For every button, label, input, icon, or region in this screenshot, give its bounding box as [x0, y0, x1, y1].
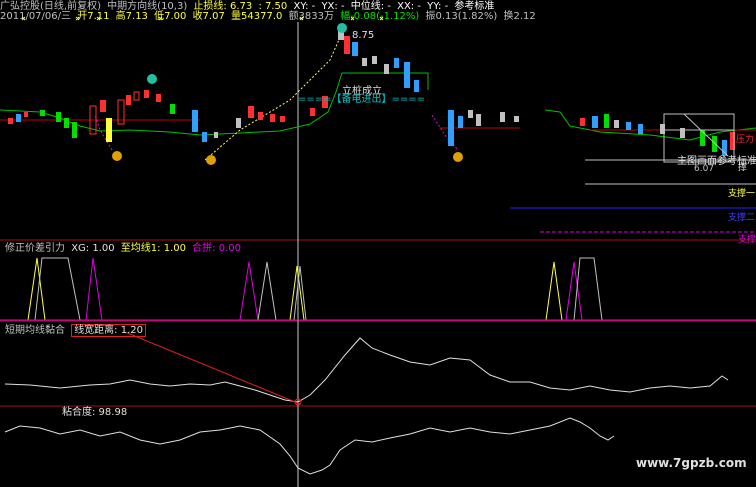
annotation-line	[124, 331, 301, 405]
reference-lines	[510, 159, 756, 233]
panel4-line	[4, 417, 615, 475]
signal-marks	[21, 16, 384, 21]
panel3-width: 线宽距离: 1.20	[71, 324, 147, 337]
watermark: www.7gpzb.com	[636, 456, 747, 470]
bei-label: ====【备电进出】====	[298, 94, 426, 105]
high-price-label: 8.75	[352, 30, 375, 41]
panel2-hebing: 合拼: 0.00	[192, 243, 241, 254]
pressure-label: 压力	[736, 135, 755, 145]
panel2-title: 修正价差引力	[5, 243, 65, 254]
panel2-xg: XG: 1.00	[71, 243, 115, 254]
support-mid-label: 支撑	[738, 235, 756, 245]
dotted-trend-mag	[431, 114, 459, 151]
panel3-header: 短期均线黏合 线宽距离: 1.20	[5, 324, 149, 337]
support-short-label: 撑	[738, 163, 748, 173]
analysis-box-line	[683, 113, 729, 157]
panel2-avg: 至均线1: 1.00	[120, 243, 186, 254]
panel3-title: 短期均线黏合	[5, 325, 65, 336]
support-one-label: 支撑一	[728, 189, 756, 199]
panel2-header: 修正价差引力 XG: 1.00 至均线1: 1.00 合拼: 0.00	[5, 243, 244, 254]
signal-dot-icon	[147, 74, 157, 84]
support-two-label: 支撑二	[728, 213, 756, 223]
signal-dot-icon	[337, 23, 347, 33]
panel4-label: 粘合度: 98.98	[62, 407, 128, 418]
panel3-line	[4, 337, 729, 403]
low-price-label: 6.07	[694, 164, 715, 174]
panel2-spikes	[27, 257, 603, 321]
buy-arrow-icon	[112, 151, 463, 165]
